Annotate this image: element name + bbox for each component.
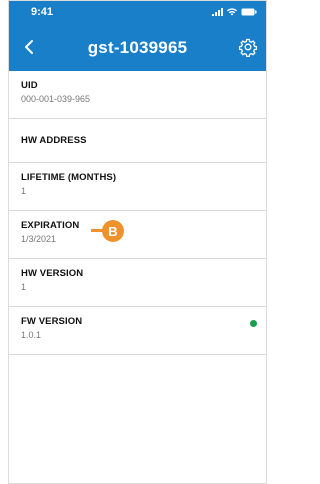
uid-value: 000-001-039-965: [21, 94, 91, 104]
expiration-value: 1/3/2021: [21, 234, 57, 244]
expiration-label: EXPIRATION: [21, 220, 80, 231]
uid-row: UID 000-001-039-965: [9, 71, 266, 119]
battery-icon: [241, 8, 257, 16]
status-time: 9:41: [31, 6, 54, 18]
uid-label: UID: [21, 80, 38, 91]
callout-badge: B: [102, 220, 124, 242]
status-icons: [212, 8, 257, 16]
phone-screen: 9:41 gst-1039965 UID 000-001-039-965 HW …: [8, 0, 267, 484]
device-info-list: UID 000-001-039-965 HW ADDRESS LIFETIME …: [9, 71, 266, 355]
wifi-icon: [227, 8, 237, 16]
fw-version-value: 1.0.1: [21, 330, 42, 340]
status-dot-icon: [250, 320, 257, 327]
gear-icon: [238, 38, 258, 57]
lifetime-label: LIFETIME (MONTHS): [21, 172, 117, 183]
app-header: 9:41 gst-1039965: [9, 1, 266, 71]
status-bar: 9:41: [9, 1, 266, 23]
page-title: gst-1039965: [87, 38, 188, 57]
lifetime-value: 1: [21, 186, 27, 196]
hw-version-row: HW VERSION 1: [9, 259, 266, 307]
fw-version-row: FW VERSION 1.0.1: [9, 307, 266, 355]
hw-version-value: 1: [21, 282, 27, 292]
expiration-row: EXPIRATION 1/3/2021 B: [9, 211, 266, 259]
hw-address-label: HW ADDRESS: [21, 135, 87, 146]
lifetime-row: LIFETIME (MONTHS) 1: [9, 163, 266, 211]
signal-icon: [212, 8, 223, 16]
fw-version-label: FW VERSION: [21, 316, 83, 327]
hw-version-label: HW VERSION: [21, 268, 84, 279]
settings-button[interactable]: [238, 37, 258, 57]
nav-bar: gst-1039965: [9, 23, 266, 71]
hw-address-row: HW ADDRESS: [9, 119, 266, 163]
